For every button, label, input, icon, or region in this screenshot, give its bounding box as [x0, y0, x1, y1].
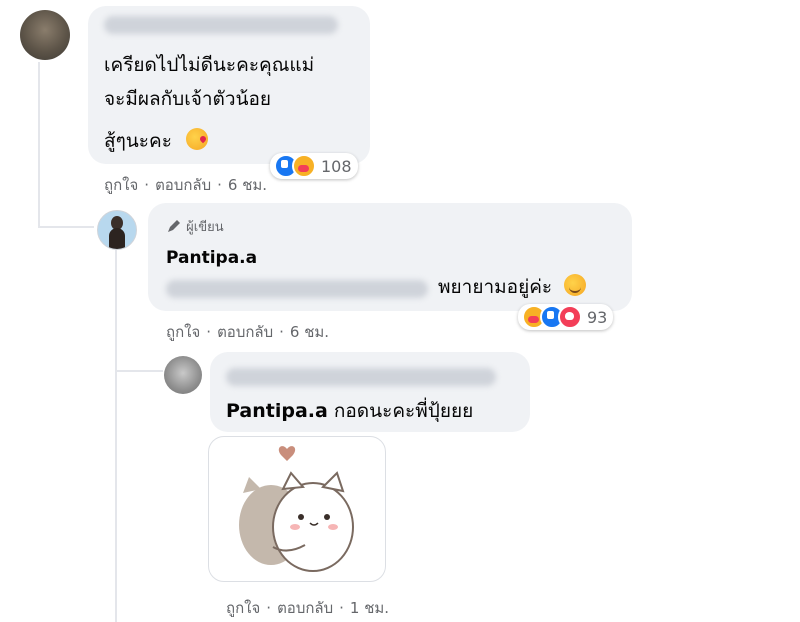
- comment-text: พยายามอยู่ค่ะ: [438, 274, 587, 300]
- care-reaction-icon: [292, 154, 316, 178]
- separator: ·: [279, 323, 284, 341]
- comment-text: สู้ๆนะคะ: [104, 128, 208, 154]
- separator: ·: [217, 176, 222, 194]
- commenter-name[interactable]: Pantipa.a: [166, 248, 257, 268]
- comment-text: เครียดไปไม่ดีนะคะคุณแม่: [104, 54, 315, 76]
- commenter-name[interactable]: [226, 368, 496, 386]
- thread-line: [115, 250, 117, 622]
- timestamp[interactable]: 1 ชม.: [350, 599, 389, 617]
- reply-button[interactable]: ตอบกลับ: [277, 599, 333, 617]
- thread-line: [115, 370, 163, 372]
- avatar[interactable]: [164, 356, 202, 394]
- reaction-summary[interactable]: 108: [270, 153, 358, 179]
- comment-text: Pantipa.a กอดนะคะพี่ปุ้ยยย: [226, 398, 473, 424]
- like-button[interactable]: ถูกใจ: [226, 599, 260, 617]
- like-button[interactable]: ถูกใจ: [104, 176, 138, 194]
- separator: ·: [339, 599, 344, 617]
- mention-link[interactable]: Pantipa.a: [226, 400, 328, 422]
- reaction-count: 93: [587, 307, 608, 327]
- hugging-cats-sticker-icon: [239, 446, 354, 572]
- separator: ·: [206, 323, 212, 341]
- comment-actions: ถูกใจ · ตอบกลับ · 6 ชม.: [166, 320, 329, 344]
- avatar[interactable]: [20, 10, 70, 60]
- reaction-count: 108: [321, 156, 352, 176]
- sticker[interactable]: [208, 436, 386, 582]
- comment-text-line: กอดนะคะพี่ปุ้ยยย: [333, 400, 474, 422]
- timestamp[interactable]: 6 ชม.: [290, 323, 329, 341]
- timestamp[interactable]: 6 ชม.: [228, 176, 267, 194]
- comment-actions: ถูกใจ · ตอบกลับ · 6 ชม.: [104, 173, 267, 197]
- reaction-summary[interactable]: 93: [518, 304, 614, 330]
- smiling-face-emoji-icon: [564, 274, 587, 296]
- mentioned-user-name[interactable]: [166, 280, 428, 298]
- separator: ·: [266, 599, 272, 617]
- thread-line: [38, 226, 94, 228]
- kissing-face-emoji-icon: [185, 128, 208, 150]
- pen-icon: [168, 220, 180, 232]
- comment-text-line: พยายามอยู่ค่ะ: [438, 276, 553, 298]
- thread-line: [38, 62, 40, 227]
- reply-button[interactable]: ตอบกลับ: [155, 176, 211, 194]
- avatar[interactable]: [97, 210, 137, 250]
- author-badge: ผู้เขียน: [166, 216, 224, 237]
- love-reaction-icon: [558, 305, 582, 329]
- separator: ·: [144, 176, 150, 194]
- like-button[interactable]: ถูกใจ: [166, 323, 200, 341]
- comment-text: จะมีผลกับเจ้าตัวน้อย: [104, 88, 272, 110]
- comment-actions: ถูกใจ · ตอบกลับ · 1 ชม.: [226, 596, 389, 620]
- author-badge-label: ผู้เขียน: [186, 220, 224, 235]
- comment-text-line: สู้ๆนะคะ: [104, 130, 172, 152]
- commenter-name[interactable]: [104, 16, 338, 34]
- reply-button[interactable]: ตอบกลับ: [217, 323, 273, 341]
